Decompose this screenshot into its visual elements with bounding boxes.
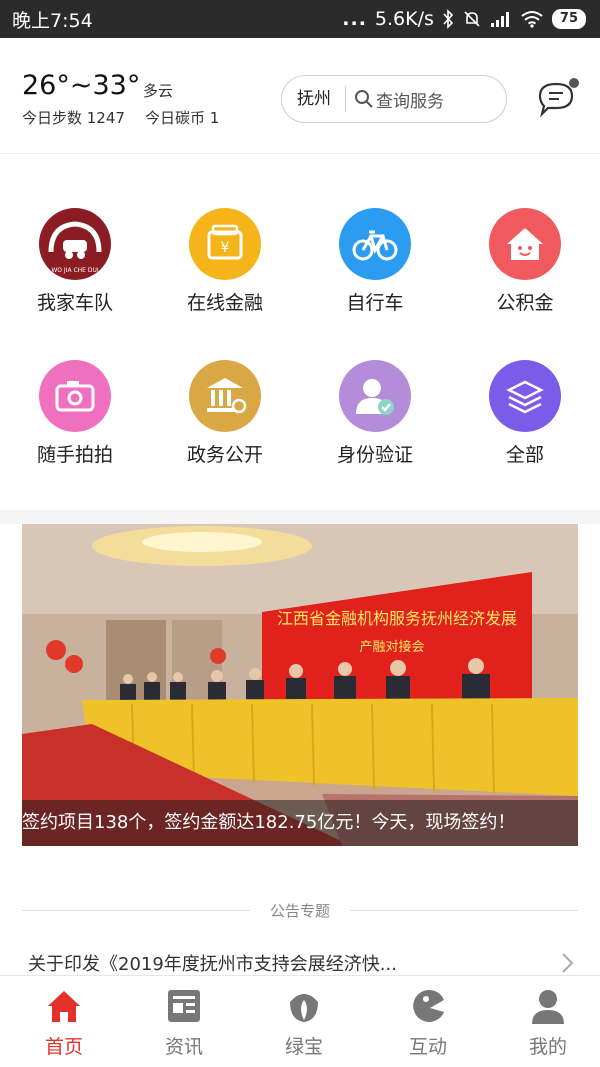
news-icon	[168, 990, 200, 1022]
chevron-right-icon	[562, 953, 574, 973]
layers-icon	[489, 360, 561, 432]
camera-icon	[39, 360, 111, 432]
identity-verify-icon	[339, 360, 411, 432]
service-housing-fund[interactable]: 公积金	[450, 208, 600, 315]
notice-item-text: 关于印发《2019年度抚州市支持会展经济快...	[28, 954, 397, 975]
tab-label: 绿宝	[284, 1036, 323, 1058]
svg-text:产融对接会: 产融对接会	[359, 639, 424, 655]
bicycle-icon	[339, 208, 411, 280]
chat-bubble-icon[interactable]	[534, 76, 582, 120]
svg-text:WO JIA CHE DUI: WO JIA CHE DUI	[51, 267, 99, 274]
status-bar: 晚上7:54 ... 5.6K/s 75	[0, 0, 600, 38]
svg-text:江西省金融机构服务抚州经济发展: 江西省金融机构服务抚州经济发展	[277, 609, 517, 628]
service-bicycle[interactable]: 自行车	[300, 208, 450, 315]
notification-dots: ...	[342, 8, 367, 30]
service-all[interactable]: 全部	[450, 360, 600, 467]
battery-indicator: 75	[551, 9, 586, 29]
svg-text:¥: ¥	[221, 240, 230, 256]
tab-green-treasure[interactable]: 绿宝	[254, 986, 354, 1059]
search-input[interactable]: 查询服务	[376, 87, 444, 112]
status-time: 晚上7:54	[12, 9, 93, 32]
user-icon	[532, 990, 564, 1024]
home-icon	[48, 991, 80, 1022]
grid-label: 公积金	[496, 292, 554, 314]
grid-label: 我家车队	[36, 292, 113, 314]
tab-home[interactable]: 首页	[14, 986, 114, 1059]
temperature: 26°~33°	[22, 70, 141, 101]
grid-label: 自行车	[346, 292, 404, 314]
bottom-tab-bar: 首页 资讯 绿宝 互动 我的	[0, 975, 600, 1067]
tab-label: 首页	[44, 1036, 83, 1058]
interact-icon	[413, 989, 444, 1022]
network-speed: 5.6K/s	[374, 8, 434, 30]
grid-label: 全部	[505, 444, 544, 466]
service-government-affairs[interactable]: 政务公开	[150, 360, 300, 467]
tab-mine[interactable]: 我的	[498, 986, 598, 1059]
notice-section-title: 公告专题	[270, 901, 331, 920]
city-selector[interactable]: 抚州	[282, 86, 346, 112]
service-snapshot[interactable]: 随手拍拍	[0, 360, 150, 467]
tab-news[interactable]: 资讯	[134, 986, 234, 1059]
header: 26°~33° 多云 今日步数 1247 今日碳币 1 抚州 查询服务	[0, 38, 600, 154]
tab-label: 资讯	[164, 1036, 203, 1058]
grid-label: 身份验证	[336, 444, 413, 466]
service-online-finance[interactable]: ¥ 在线金融	[150, 208, 300, 315]
mute-bell-icon	[464, 11, 480, 27]
service-car-team[interactable]: WO JIA CHE DUI 我家车队	[0, 208, 150, 315]
weather-condition: 多云	[143, 82, 174, 100]
divider	[22, 909, 250, 911]
grid-label: 在线金融	[186, 292, 263, 314]
news-banner[interactable]: 江西省金融机构服务抚州经济发展 产融对接会 签约项目138个，签约金额达182.…	[22, 524, 578, 846]
finance-icon: ¥	[189, 208, 261, 280]
tab-label: 互动	[408, 1036, 447, 1058]
section-divider	[0, 510, 600, 524]
house-fund-icon	[489, 208, 561, 280]
banner-photo: 江西省金融机构服务抚州经济发展 产融对接会	[22, 524, 578, 846]
tab-interact[interactable]: 互动	[378, 986, 478, 1059]
service-identity-verification[interactable]: 身份验证	[300, 360, 450, 467]
government-icon	[189, 360, 261, 432]
wifi-icon	[521, 11, 543, 28]
tab-label: 我的	[528, 1036, 567, 1058]
bluetooth-icon	[443, 9, 454, 29]
status-icons: ... 5.6K/s 75	[342, 8, 586, 30]
signal-icon	[490, 12, 509, 27]
search-bar[interactable]: 抚州 查询服务	[281, 75, 507, 123]
notice-item[interactable]: 关于印发《2019年度抚州市支持会展经济快...	[28, 948, 574, 978]
daily-steps: 今日步数 1247	[22, 109, 125, 127]
banner-caption: 签约项目138个，签约金额达182.75亿元！今天，现场签约！	[22, 800, 578, 846]
daily-carbon-coins: 今日碳币 1	[145, 109, 220, 127]
car-team-icon: WO JIA CHE DUI	[39, 208, 111, 280]
search-icon	[355, 90, 373, 108]
notice-section-header: 公告专题	[22, 897, 579, 923]
grid-label: 随手拍拍	[36, 444, 113, 466]
divider	[350, 909, 579, 911]
leaf-icon	[290, 994, 318, 1022]
grid-label: 政务公开	[186, 444, 263, 466]
